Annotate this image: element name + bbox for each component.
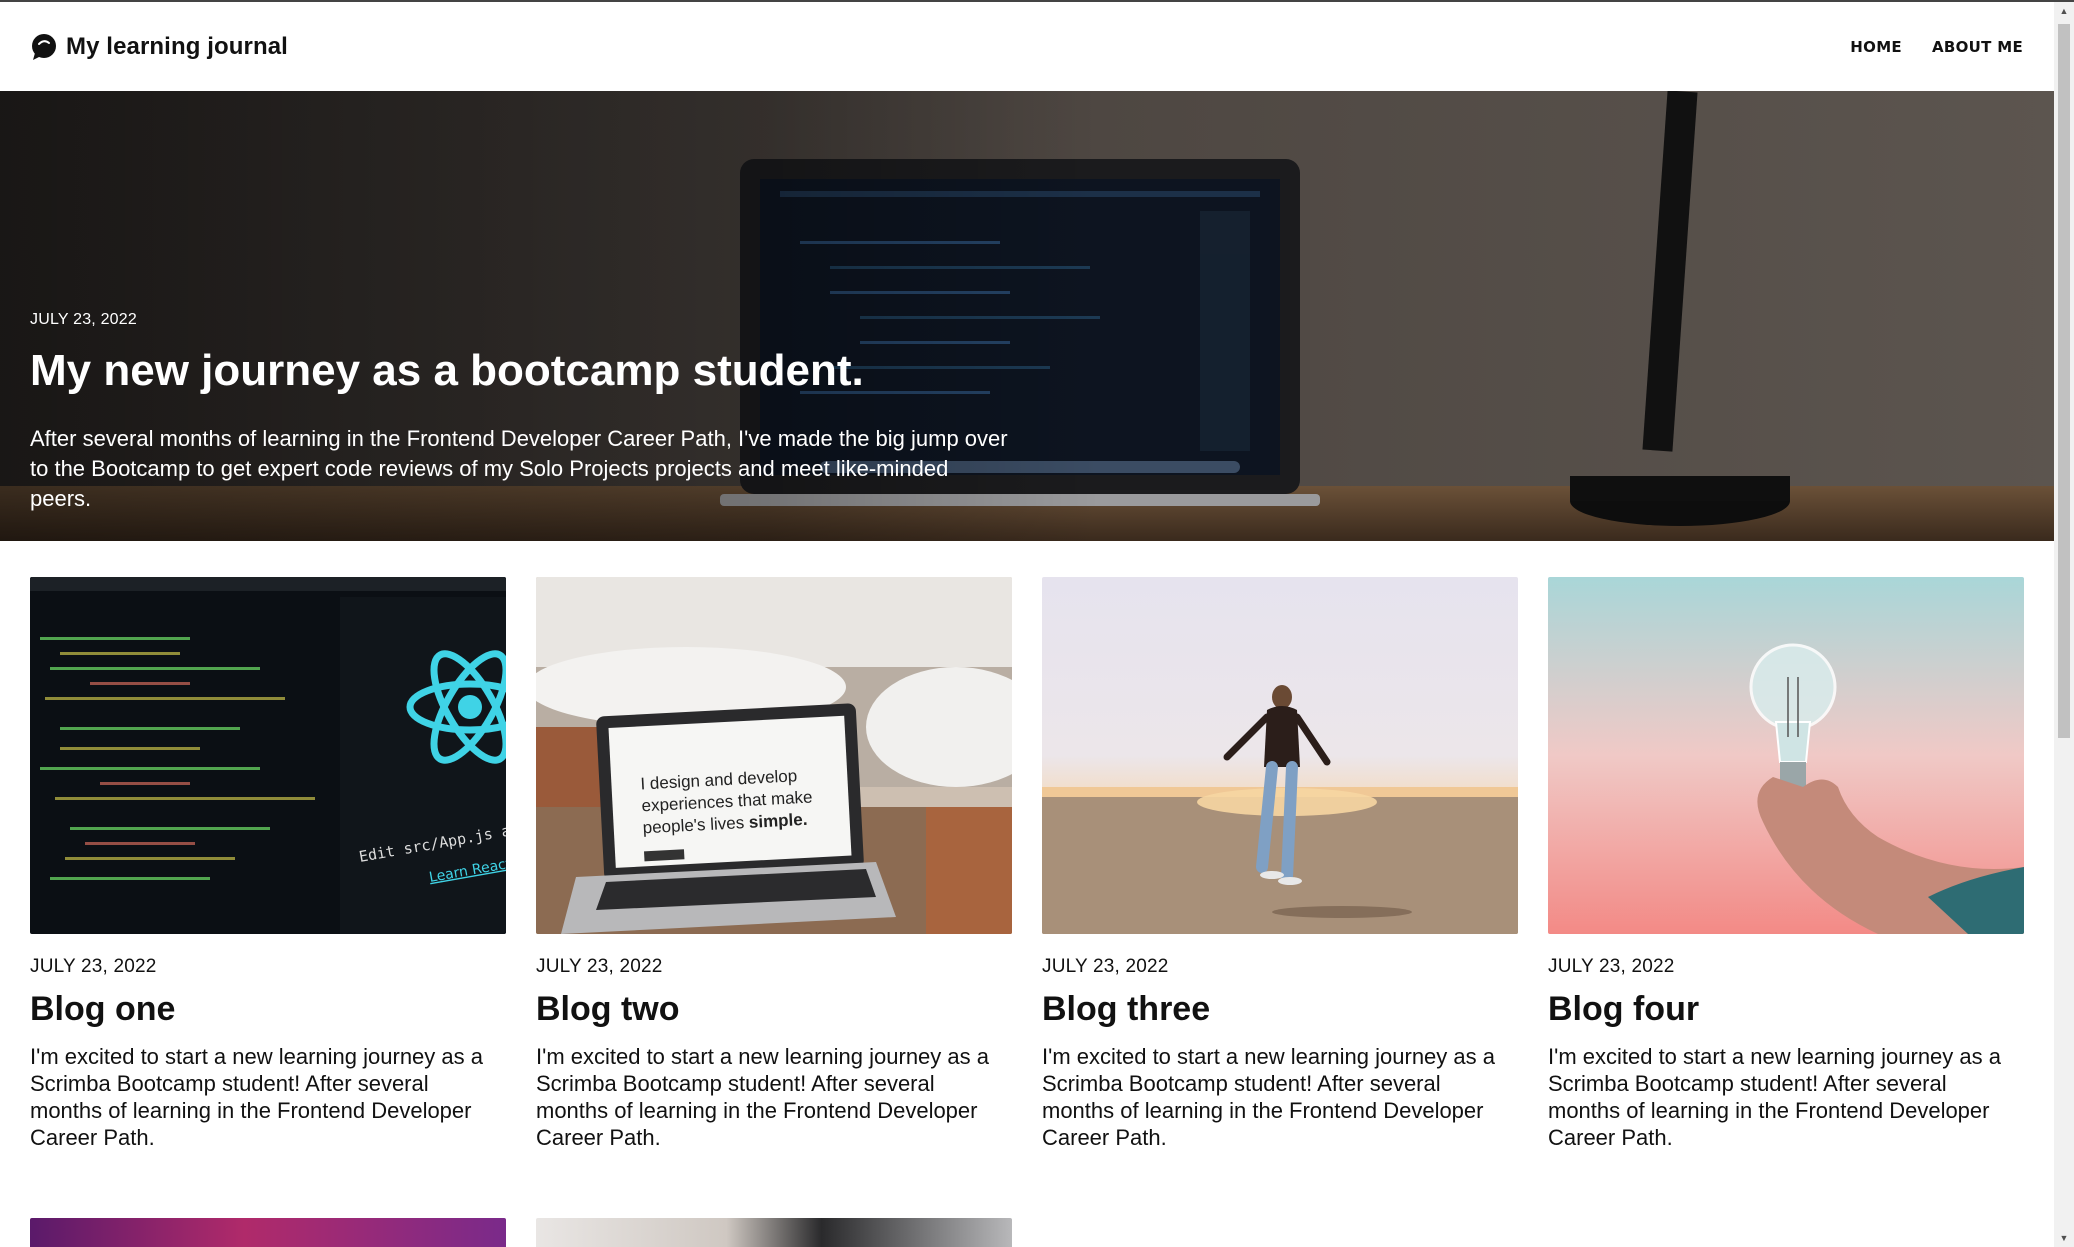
blog-card-1[interactable]: Edit src/App.js and save Learn React JUL… [30,577,506,1151]
blog-card-4[interactable]: JULY 23, 2022 Blog four I'm excited to s… [1548,577,2024,1151]
lightbulb-hand-image [1548,577,2024,934]
card-title[interactable]: Blog one [30,990,506,1029]
card-title[interactable]: Blog two [536,990,1012,1029]
chat-bubble-logo-icon [32,33,56,60]
blog-card-6-image-peek[interactable] [536,1218,1012,1247]
card-excerpt: I'm excited to start a new learning jour… [1042,1044,1495,1150]
nav-home-link[interactable]: HOME [1850,38,1902,56]
hero-date: JULY 23, 2022 [30,311,137,328]
scroll-thumb[interactable] [2058,24,2070,738]
scroll-down-arrow-icon[interactable]: ▼ [2054,1229,2074,1247]
vertical-scrollbar[interactable]: ▲ ▼ [2054,2,2074,1247]
card-title[interactable]: Blog three [1042,990,1518,1029]
card-excerpt: I'm excited to start a new learning jour… [30,1044,483,1150]
scroll-up-arrow-icon[interactable]: ▲ [2054,2,2074,20]
main-nav: HOME ABOUT ME [1850,38,2023,56]
blog-card-5-image-peek[interactable] [30,1218,506,1247]
card-title[interactable]: Blog four [1548,990,2024,1029]
card-date: JULY 23, 2022 [1042,956,1169,977]
laptop-cafe-image: I design and develop experiences that ma… [536,577,1012,934]
card-excerpt: I'm excited to start a new learning jour… [536,1044,989,1150]
laptop-screen-line3-bold: simple. [748,810,808,832]
hero-title[interactable]: My new journey as a bootcamp student. [30,346,864,396]
blog-card-3[interactable]: JULY 23, 2022 Blog three I'm excited to … [1042,577,1518,1151]
hero-banner[interactable]: JULY 23, 2022 My new journey as a bootca… [0,91,2054,541]
card-date: JULY 23, 2022 [30,956,157,977]
hero-excerpt: After several months of learning in the … [30,426,1008,511]
site-header: My learning journal HOME ABOUT ME [0,2,2054,91]
brand[interactable]: My learning journal [30,33,288,61]
beach-dancer-image [1042,577,1518,934]
card-date: JULY 23, 2022 [1548,956,1675,977]
brand-name: My learning journal [66,32,288,60]
page: My learning journal HOME ABOUT ME JULY 2… [0,0,2074,1247]
react-code-screen-image: Edit src/App.js and save Learn React [30,577,506,934]
nav-about-link[interactable]: ABOUT ME [1932,38,2023,56]
card-date: JULY 23, 2022 [536,956,663,977]
blog-card-2[interactable]: I design and develop experiences that ma… [536,577,1012,1151]
card-excerpt: I'm excited to start a new learning jour… [1548,1044,2001,1150]
